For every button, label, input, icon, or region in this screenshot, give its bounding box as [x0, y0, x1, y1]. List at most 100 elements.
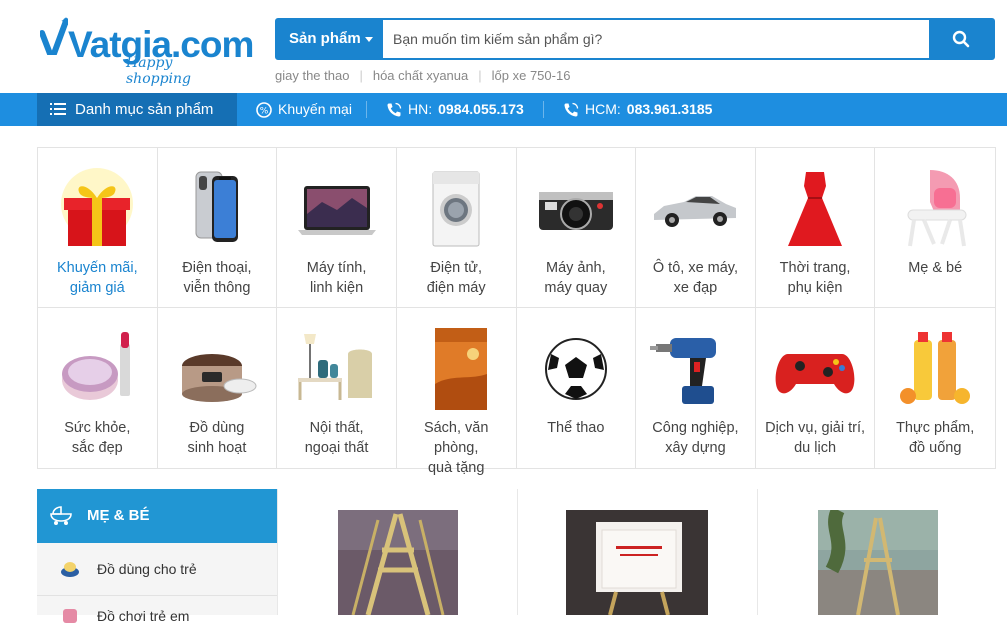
- category-food[interactable]: Thực phẩm, đồ uống: [875, 308, 995, 468]
- product-card[interactable]: [757, 489, 997, 615]
- nav-promo-label: Khuyến mại: [278, 101, 352, 117]
- category-phones[interactable]: Điện thoại, viễn thông: [157, 148, 278, 308]
- category-label: Điện thoại, viễn thông: [182, 260, 252, 296]
- category-label: Thực phẩm, đồ uống: [896, 420, 975, 456]
- category-promo[interactable]: Khuyến mãi, giảm giá: [38, 148, 158, 308]
- category-label: Máy ảnh, máy quay: [544, 260, 608, 296]
- category-fashion[interactable]: Thời trang, phụ kiện: [755, 148, 876, 308]
- divider: [366, 101, 367, 118]
- category-grid: Khuyến mãi, giảm giá Điện thoại, viễn thôn…: [37, 147, 996, 476]
- category-menu-button[interactable]: Danh mục sản phẩm: [37, 93, 237, 126]
- sidebar-item[interactable]: Đồ dùng cho trẻ: [37, 549, 277, 589]
- category-label: Sách, văn phòng, quà tặng: [423, 420, 489, 476]
- category-menu-label: Danh mục sản phẩm: [75, 101, 214, 118]
- category-label: Thời trang, phụ kiện: [779, 260, 851, 296]
- baby-carriage-icon: [50, 506, 72, 525]
- sidebar-item[interactable]: Đồ chơi trẻ em: [37, 595, 277, 635]
- category-label: Máy tính, linh kiện: [306, 260, 367, 296]
- gift-icon: [52, 164, 142, 254]
- sidebar-header[interactable]: MẸ & BÉ: [37, 489, 277, 543]
- search-input[interactable]: [383, 20, 931, 58]
- hotline-hcm-label: HCM:: [585, 101, 621, 117]
- washing-machine-icon: [411, 164, 501, 254]
- cosmetics-icon: [52, 324, 142, 414]
- sidebar-item-label: Đồ chơi trẻ em: [97, 608, 190, 624]
- search-button[interactable]: [929, 20, 993, 58]
- sidebar-item-label: Đồ dùng cho trẻ: [97, 561, 197, 577]
- suggestion-link[interactable]: lốp xe 750-16: [492, 68, 571, 83]
- gamepad-icon: [770, 324, 860, 414]
- hotline-hn-label: HN:: [408, 101, 433, 117]
- product-card[interactable]: [277, 489, 517, 615]
- nav-promo-link[interactable]: % Khuyến mại: [256, 93, 352, 126]
- furniture-icon: [292, 324, 382, 414]
- category-furniture[interactable]: Nội thất, ngoại thất: [277, 308, 397, 468]
- category-label: Đồ dùng sinh hoạt: [187, 420, 247, 456]
- search-category-label: Sản phẩm: [289, 30, 361, 47]
- search-category-dropdown[interactable]: Sản phẩm: [277, 20, 383, 58]
- baby-product-icon: [61, 562, 79, 577]
- rice-cooker-icon: [172, 324, 262, 414]
- svg-text:%: %: [260, 106, 269, 116]
- search-bar: Sản phẩm: [275, 18, 995, 60]
- chevron-down-icon: [365, 37, 373, 42]
- divider: |: [359, 68, 363, 83]
- category-industrial[interactable]: Công nghiệp, xây dựng: [636, 308, 756, 468]
- suggestion-link[interactable]: hóa chất xyanua: [373, 68, 468, 83]
- search-suggestions: giay the thao | hóa chất xyanua | lốp xe…: [275, 68, 570, 83]
- logo-star-icon: [40, 17, 68, 55]
- soccer-ball-icon: [531, 324, 621, 414]
- camera-icon: [531, 164, 621, 254]
- main-nav: Danh mục sản phẩm % Khuyến mại HN: 0984.…: [0, 93, 1007, 126]
- category-books[interactable]: Sách, văn phòng, quà tặng: [397, 308, 517, 476]
- car-icon: [650, 164, 740, 254]
- menu-icon: [50, 103, 66, 115]
- hotline-hcm-number: 083.961.3185: [626, 101, 713, 117]
- category-mother-baby[interactable]: Mẹ & bé: [875, 148, 995, 308]
- suggestion-link[interactable]: giay the thao: [275, 68, 349, 83]
- category-computers[interactable]: Máy tính, linh kiện: [277, 148, 397, 308]
- category-label: Thể thao: [547, 420, 605, 436]
- book-icon: [411, 324, 501, 414]
- laptop-icon: [292, 164, 382, 254]
- category-label: Điện tử, điện máy: [426, 260, 486, 296]
- category-health-beauty[interactable]: Sức khỏe, sắc đẹp: [38, 308, 158, 468]
- baby-chair-icon: [890, 164, 980, 254]
- logo-tagline: Happy shopping: [126, 55, 192, 87]
- category-label: Khuyến mãi, giảm giá: [57, 260, 138, 296]
- category-household[interactable]: Đồ dùng sinh hoạt: [158, 308, 278, 468]
- category-label: Sức khỏe, sắc đẹp: [64, 420, 131, 456]
- product-image: [338, 510, 458, 615]
- phone-icon: [172, 164, 262, 254]
- category-label: Nội thất, ngoại thất: [304, 420, 369, 456]
- category-label: Ô tô, xe máy, xe đạp: [652, 260, 739, 296]
- category-cameras[interactable]: Máy ảnh, máy quay: [516, 148, 637, 308]
- hotline-hn-number: 0984.055.173: [438, 101, 524, 117]
- promo-badge-icon: %: [256, 101, 272, 118]
- category-sports[interactable]: Thể thao: [517, 308, 637, 468]
- sidebar-mother-baby: MẸ & BÉ Đồ dùng cho trẻ Đồ chơi trẻ em: [37, 489, 277, 624]
- category-label: Công nghiệp, xây dựng: [652, 420, 739, 456]
- nav-hotline-hn[interactable]: HN: 0984.055.173: [386, 93, 524, 126]
- sidebar-title: MẸ & BÉ: [87, 507, 150, 524]
- nav-hotline-hcm[interactable]: HCM: 083.961.3185: [563, 93, 712, 126]
- category-services[interactable]: Dịch vụ, giải trí, du lịch: [756, 308, 876, 468]
- category-electronics[interactable]: Điện tử, điện máy: [396, 148, 517, 308]
- product-image: [818, 510, 938, 615]
- product-image: [566, 510, 708, 615]
- search-icon: [952, 30, 970, 48]
- divider: [543, 101, 544, 118]
- category-label: Mẹ & bé: [908, 260, 963, 276]
- category-vehicles[interactable]: Ô tô, xe máy, xe đạp: [636, 148, 756, 308]
- site-header: Vatgia.com Happy shopping Sản phẩm giay …: [0, 0, 1007, 93]
- dress-icon: [770, 164, 860, 254]
- divider: |: [478, 68, 482, 83]
- phone-icon: [564, 102, 579, 117]
- product-card[interactable]: [517, 489, 757, 615]
- drill-icon: [650, 324, 740, 414]
- juice-icon: [890, 324, 980, 414]
- toy-icon: [63, 609, 77, 623]
- category-label: Dịch vụ, giải trí, du lịch: [765, 420, 866, 456]
- site-logo[interactable]: Vatgia.com Happy shopping: [40, 6, 254, 87]
- phone-icon: [387, 102, 402, 117]
